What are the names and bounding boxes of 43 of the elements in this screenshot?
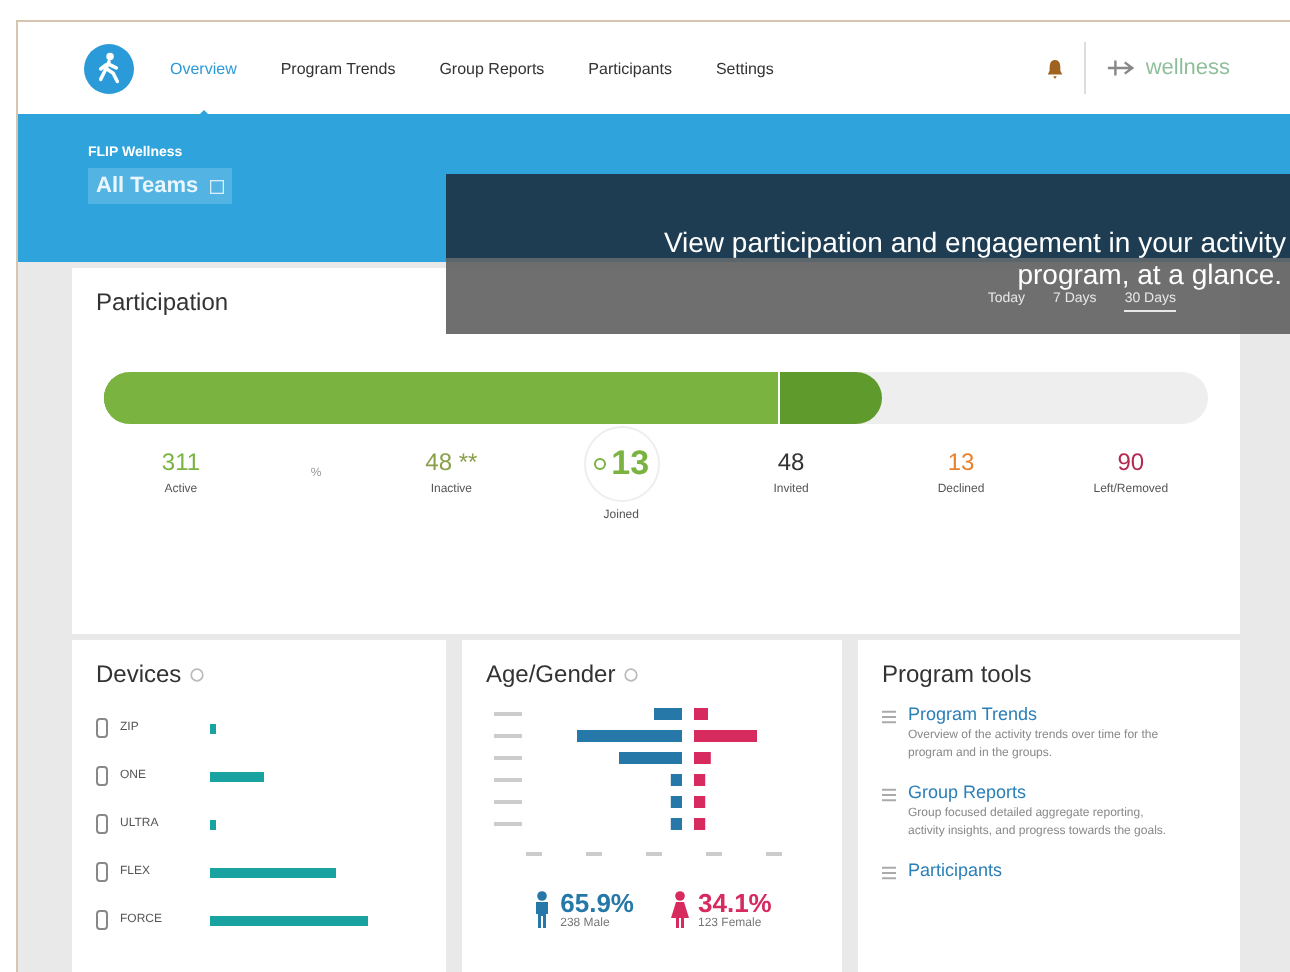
stat-value: 13	[947, 448, 975, 476]
stat-value: 90	[1117, 448, 1145, 476]
arrow-logo-icon	[1105, 58, 1136, 78]
tool-icon	[882, 710, 896, 724]
info-icon[interactable]	[623, 667, 638, 681]
highlighted-stat-value: 13	[583, 426, 660, 502]
stat-value: 311	[161, 448, 201, 476]
tooltip-text: program, at a glance.	[1017, 258, 1282, 290]
stat-value: 48	[777, 448, 805, 476]
device-bar	[210, 867, 336, 877]
device-bar	[210, 819, 216, 829]
male-figure-icon	[532, 889, 553, 929]
nav-tab[interactable]: Settings	[715, 51, 774, 85]
device-bar	[210, 723, 216, 733]
male-percent: 65.9%	[560, 888, 634, 918]
female-percent: 34.1%	[698, 888, 772, 918]
female-figure-icon	[670, 889, 690, 929]
tool-link[interactable]: Participants	[908, 860, 1003, 880]
card-title: Devices	[96, 660, 182, 688]
nav-tab[interactable]: Participants	[588, 51, 672, 85]
tracker-icon	[96, 814, 108, 834]
grid-icon	[210, 179, 225, 193]
tool-icon	[882, 866, 896, 880]
tool-icon	[882, 788, 896, 802]
nav-tab[interactable]: Group Reports	[439, 51, 545, 85]
device-bar	[210, 771, 264, 781]
nav-tab[interactable]: Overview	[170, 51, 237, 85]
card-title: Age/Gender	[486, 660, 616, 688]
tracker-icon	[96, 766, 108, 786]
tracker-icon	[96, 910, 108, 930]
stat-value: 48 **	[425, 448, 478, 476]
tool-link[interactable]: Program Trends	[908, 704, 1178, 724]
nav-tab[interactable]: Program Trends	[280, 51, 396, 85]
bell-icon[interactable]	[1045, 57, 1064, 79]
tool-link[interactable]: Group Reports	[908, 782, 1178, 802]
card-title: Program tools	[882, 660, 1032, 688]
tooltip-text: View participation and engagement in your activity	[663, 226, 1286, 258]
info-icon[interactable]	[189, 667, 204, 681]
card-title: Participation	[96, 288, 229, 316]
walking-person-logo-icon[interactable]	[84, 43, 134, 93]
tracker-icon	[96, 718, 108, 738]
tracker-icon	[96, 862, 108, 882]
brand-name: wellness	[1145, 56, 1230, 80]
